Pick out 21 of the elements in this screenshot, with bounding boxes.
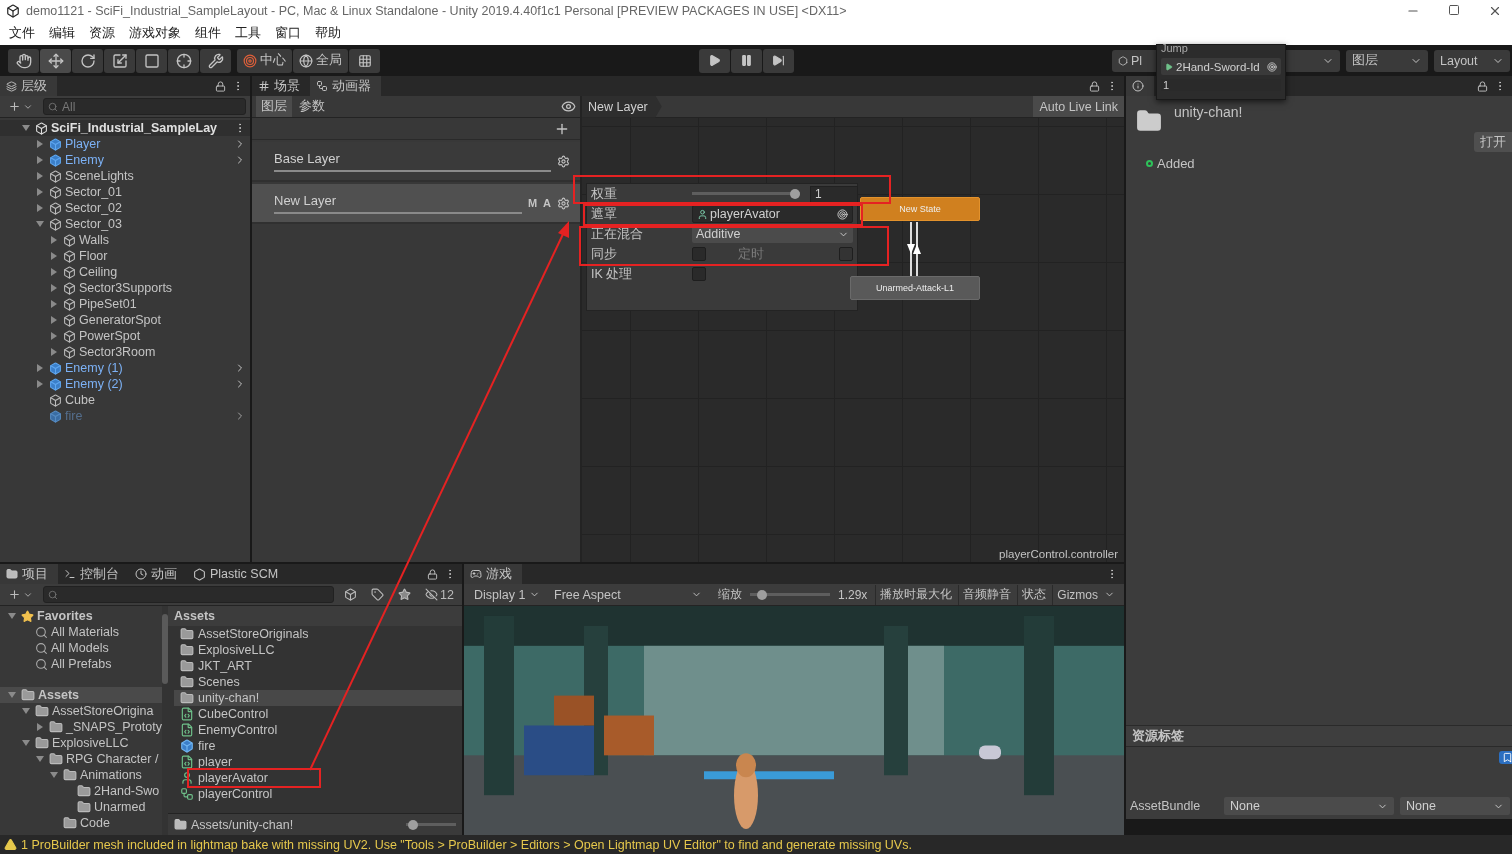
controller-file-name: playerControl.controller (999, 548, 1118, 560)
popup-title: Jump (1161, 42, 1189, 54)
asset-path: Assets/unity-chan! (191, 817, 294, 832)
field-label: 遮罩 (591, 205, 617, 223)
field-label: 定时 (738, 245, 764, 263)
layer-flag-letter: A (543, 197, 551, 209)
field-label: 同步 (591, 245, 617, 263)
scale-label: 缩放 (718, 586, 742, 603)
field-label: AssetBundle (1130, 799, 1202, 813)
window-title: demo1121 - SciFi_Industrial_SampleLayout - PC, Mac & Linux Standalone - Unity 2019.4.40f1c1 Personal [PREVIEW PACKAGES IN USE] <DX11> (26, 4, 848, 18)
layer-flag-letter: M (527, 197, 538, 209)
section-header: 资源标签 (1126, 725, 1512, 747)
layer-name: New Layer (274, 192, 522, 214)
asset-name: unity-chan! (1174, 104, 1243, 120)
field-label: 权重 (591, 185, 617, 203)
field-label: 正在混合 (591, 225, 643, 243)
scale-value: 1.29x (838, 587, 868, 602)
field-label: IK 处理 (591, 265, 633, 283)
status-message: 1 ProBuilder mesh included in lightmap bake with missing UV2. Use "Tools > ProBuilder > Editors > Open Lightmap UV Editor" to find and generate missing UVs. (21, 837, 912, 852)
layer-name: Base Layer (274, 150, 551, 172)
asset-status: Added (1157, 156, 1195, 171)
